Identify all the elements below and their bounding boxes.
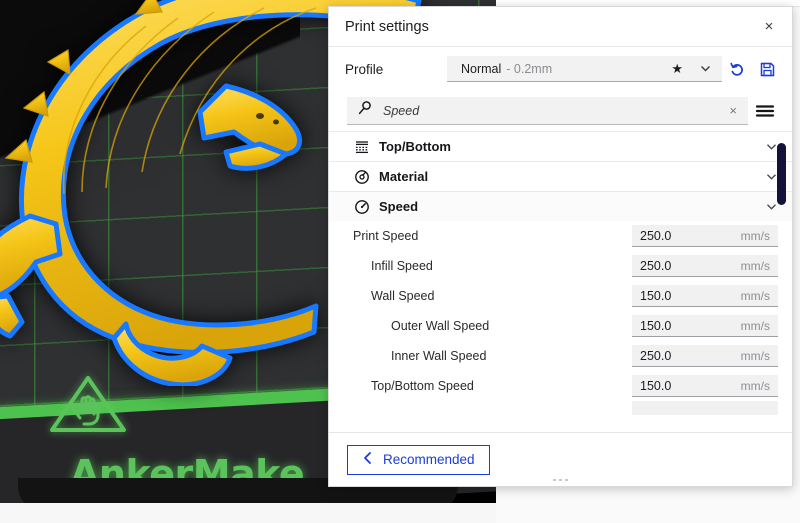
profile-select[interactable]: Normal - 0.2mm ★ [447,56,722,82]
setting-value-field[interactable]: 250.0 mm/s [632,225,778,247]
setting-unit: mm/s [740,348,770,363]
setting-value: 150.0 [640,288,672,303]
setting-value: 150.0 [640,378,672,393]
setting-unit: mm/s [740,318,770,333]
setting-row[interactable] [329,401,792,415]
setting-value-field[interactable]: 250.0 mm/s [632,345,778,367]
recommended-label: Recommended [383,452,475,467]
setting-value: 250.0 [640,228,672,243]
setting-unit: mm/s [740,378,770,393]
setting-value-field[interactable]: 150.0 mm/s [632,285,778,307]
setting-row[interactable]: Wall Speed 150.0 mm/s [329,281,792,311]
profile-row: Profile Normal - 0.2mm ★ [329,47,792,91]
setting-label: Outer Wall Speed [391,319,490,333]
setting-value: 150.0 [640,318,672,333]
chevron-left-icon [362,451,373,468]
chevron-down-icon[interactable] [699,62,712,75]
hands-off-warning-triangle-icon [48,372,128,436]
settings-scrollbar-thumb[interactable] [777,143,786,205]
profile-layer-height: - 0.2mm [506,61,553,76]
setting-label: Print Speed [353,229,419,243]
search-icon [357,100,373,121]
print-settings-dialog: Print settings × Profile Normal - 0.2mm … [328,6,793,487]
dialog-titlebar: Print settings × [329,7,792,47]
hamburger-menu-icon[interactable] [748,96,782,126]
setting-unit: mm/s [740,228,770,243]
search-box[interactable]: × [347,97,748,125]
setting-row[interactable]: Inner Wall Speed 250.0 mm/s [329,341,792,371]
setting-label: Top/Bottom Speed [371,379,474,393]
speedometer-icon [353,198,371,216]
setting-value: 250.0 [640,258,672,273]
clear-search-icon[interactable]: × [726,103,740,118]
category-row-speed[interactable]: Speed [329,191,792,221]
close-icon[interactable]: × [754,12,784,42]
setting-value-field[interactable] [632,401,778,415]
setting-row[interactable]: Print Speed 250.0 mm/s [329,221,792,251]
category-row-top-bottom[interactable]: Top/Bottom [329,131,792,161]
material-spool-icon [353,168,371,186]
settings-list-container: Top/Bottom Material Speed Print Speed 250.0 m… [329,131,792,432]
setting-row[interactable]: Infill Speed 250.0 mm/s [329,251,792,281]
resize-grip[interactable] [329,476,792,484]
search-row: × [329,91,792,131]
category-label: Material [379,169,429,184]
dialog-title: Print settings [345,18,429,35]
settings-list: Top/Bottom Material Speed Print Speed 250.0 m… [329,131,792,432]
setting-label: Wall Speed [371,289,435,303]
app-window: AnkerMake Print settings × Profile Norma… [0,0,800,523]
setting-unit: mm/s [740,258,770,273]
profile-name: Normal [461,61,502,76]
search-input[interactable] [383,103,727,118]
settings-scrollbar-track[interactable] [777,135,786,428]
setting-value-field[interactable]: 150.0 mm/s [632,315,778,337]
star-icon[interactable]: ★ [671,62,683,75]
profile-label: Profile [345,61,384,77]
category-label: Top/Bottom [379,139,451,154]
setting-row[interactable]: Outer Wall Speed 150.0 mm/s [329,311,792,341]
setting-value-field[interactable]: 150.0 mm/s [632,375,778,397]
setting-value: 250.0 [640,348,672,363]
category-row-material[interactable]: Material [329,161,792,191]
dialog-footer: Recommended [329,432,792,486]
setting-value-field[interactable]: 250.0 mm/s [632,255,778,277]
save-disk-icon[interactable] [752,54,782,84]
setting-unit: mm/s [740,288,770,303]
category-label: Speed [379,199,419,214]
setting-row[interactable]: Top/Bottom Speed 150.0 mm/s [329,371,792,401]
setting-label: Inner Wall Speed [391,349,487,363]
recommended-button[interactable]: Recommended [347,444,490,475]
undo-reset-icon[interactable] [722,54,752,84]
top-bottom-layers-icon [353,138,371,156]
setting-label: Infill Speed [371,259,433,273]
